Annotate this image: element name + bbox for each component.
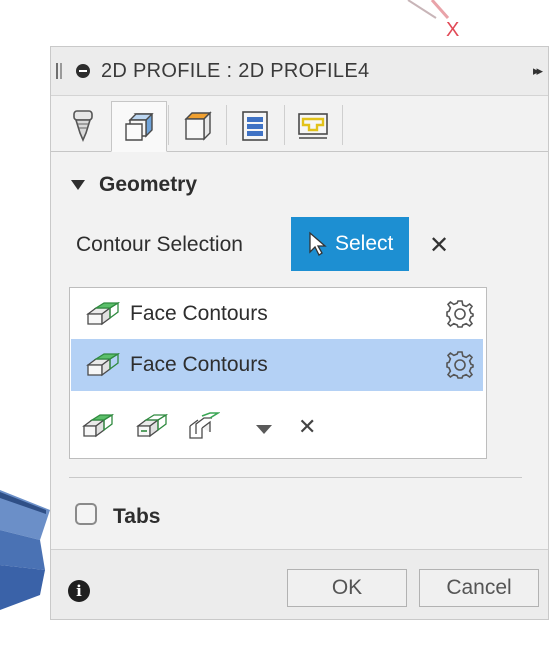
tab-heights[interactable] — [169, 101, 225, 151]
contour-list-item[interactable]: Face Contours — [71, 288, 483, 340]
x-axis-label: X — [446, 19, 459, 41]
info-icon[interactable]: i — [68, 580, 90, 602]
tabs-section-label[interactable]: Tabs — [113, 505, 160, 529]
gear-icon[interactable] — [445, 299, 475, 329]
open-contours-tool-icon[interactable] — [188, 412, 220, 440]
view-axis-triad: X — [407, 0, 459, 41]
contour-item-label: Face Contours — [130, 353, 268, 376]
pocket-contours-tool-icon[interactable] — [136, 412, 168, 440]
face-contour-icon — [86, 353, 120, 377]
contour-list: Face Contours Face Contours ✕ — [69, 287, 487, 459]
expand-panel-icon[interactable]: ▸▸ — [533, 63, 543, 79]
dialog-titlebar[interactable]: 2D PROFILE : 2D PROFILE4 ▸▸ — [51, 47, 548, 96]
select-contours-button[interactable]: Select — [291, 217, 409, 271]
geometry-icon — [125, 112, 154, 141]
select-button-label: Select — [335, 232, 394, 255]
cancel-button[interactable]: Cancel — [419, 569, 539, 607]
ok-button[interactable]: OK — [287, 569, 407, 607]
dialog-footer: i OK Cancel — [51, 549, 548, 619]
face-contour-icon — [86, 302, 120, 326]
contour-tools-toolbar: ✕ — [82, 412, 382, 442]
tab-geometry[interactable] — [111, 101, 167, 152]
geometry-section-title[interactable]: Geometry — [99, 173, 197, 197]
tabs-checkbox[interactable] — [75, 503, 97, 525]
tool-icon — [73, 110, 93, 143]
clear-selection-icon[interactable]: ✕ — [429, 231, 449, 260]
contour-options-dropdown-icon[interactable] — [256, 425, 272, 434]
gear-icon[interactable] — [445, 350, 475, 380]
section-divider — [69, 477, 522, 478]
drag-grip-icon[interactable] — [56, 63, 62, 79]
heights-icon — [184, 111, 212, 141]
contour-item-label: Face Contours — [130, 302, 268, 325]
passes-icon — [242, 111, 268, 141]
operation-tab-strip — [51, 95, 548, 152]
face-contours-tool-icon[interactable] — [82, 412, 114, 440]
contour-selection-label: Contour Selection — [76, 233, 243, 256]
contour-list-item-selected[interactable]: Face Contours — [71, 339, 483, 391]
tab-linking[interactable] — [285, 101, 341, 151]
dialog-status-icon — [76, 64, 90, 78]
linking-icon — [298, 113, 328, 139]
dialog-title: 2D PROFILE : 2D PROFILE4 — [101, 60, 370, 82]
cursor-arrow-icon — [309, 231, 327, 256]
collapse-geometry-icon[interactable] — [71, 180, 85, 190]
remove-contour-icon[interactable]: ✕ — [298, 414, 316, 440]
2d-profile-dialog: 2D PROFILE : 2D PROFILE4 ▸▸ Geometry Con… — [50, 46, 549, 620]
tab-passes[interactable] — [227, 101, 283, 151]
tab-tool[interactable] — [55, 101, 111, 151]
